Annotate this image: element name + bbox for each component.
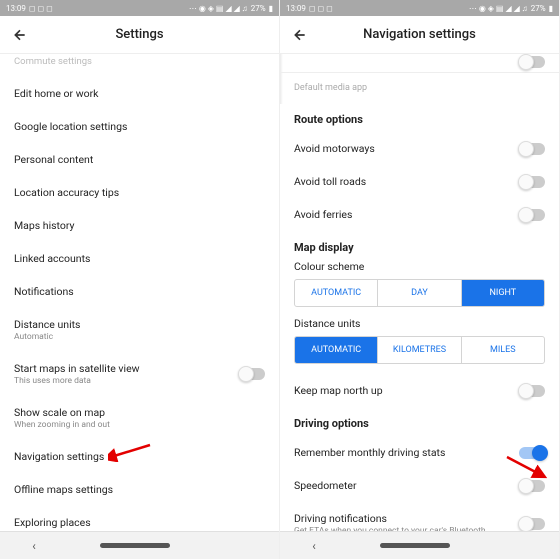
nav-home-pill[interactable]: [100, 543, 170, 548]
status-indicators: ⋯ ◉ ◈ ▤ ◢ ◢ ♫: [189, 4, 248, 13]
settings-item[interactable]: Start maps in satellite viewThis uses mo…: [0, 352, 279, 396]
settings-item[interactable]: Navigation settings: [0, 440, 279, 473]
section-route-options: Route options: [280, 103, 559, 132]
item-sublabel: This uses more data: [14, 376, 239, 386]
item-label: Remember monthly driving stats: [294, 446, 519, 459]
item-label: Commute settings: [14, 56, 265, 67]
header: Navigation settings: [280, 16, 559, 54]
status-bar: 13:09 ◻ ◻ ◻ ⋯ ◉ ◈ ▤ ◢ ◢ ♫ 27% ▮: [280, 0, 559, 16]
settings-item[interactable]: Driving notificationsGet ETAs when you c…: [280, 502, 559, 531]
item-label: Start maps in satellite view: [14, 362, 239, 375]
item-label: Navigation settings: [14, 450, 265, 463]
item-sublabel: When zooming in and out: [14, 420, 265, 430]
distance-units-segment: AUTOMATICKILOMETRESMILES: [294, 336, 545, 364]
segment-option[interactable]: NIGHT: [462, 280, 544, 306]
system-nav: ‹: [0, 531, 279, 559]
back-button[interactable]: [12, 27, 28, 43]
item-label: Distance units: [14, 318, 265, 331]
right-screen: 13:09 ◻ ◻ ◻ ⋯ ◉ ◈ ▤ ◢ ◢ ♫ 27% ▮ Navigati…: [280, 0, 560, 559]
header: Settings: [0, 16, 279, 54]
item-label: Avoid toll roads: [294, 175, 519, 188]
item-label: Keep map north up: [294, 384, 519, 397]
settings-item[interactable]: Avoid ferries: [280, 198, 559, 231]
item-label: Notifications: [14, 285, 265, 298]
settings-item[interactable]: Notifications: [0, 275, 279, 308]
page-title: Navigation settings: [308, 27, 531, 42]
status-app-icons: ◻ ◻ ◻: [309, 4, 333, 13]
item-label: Google location settings: [14, 120, 265, 133]
toggle-switch[interactable]: [519, 143, 545, 155]
settings-item[interactable]: Offline maps settings: [0, 473, 279, 506]
settings-item[interactable]: Speedometer: [280, 469, 559, 502]
settings-item[interactable]: Exploring places: [0, 506, 279, 531]
settings-item[interactable]: Personal content: [0, 143, 279, 176]
segment-option[interactable]: DAY: [378, 280, 461, 306]
item-label: Show scale on map: [14, 406, 265, 419]
segment-option[interactable]: KILOMETRES: [378, 337, 461, 363]
toggle-switch[interactable]: [519, 518, 545, 530]
section-map-display: Map display: [280, 231, 559, 260]
colour-scheme-label: Colour scheme: [280, 260, 559, 279]
status-app-icons: ◻ ◻ ◻: [29, 4, 53, 13]
status-time: 13:09: [286, 4, 306, 13]
default-media-label[interactable]: Default media app: [280, 73, 559, 103]
item-sublabel: Automatic: [14, 332, 265, 342]
settings-item[interactable]: Avoid motorways: [280, 132, 559, 165]
settings-item[interactable]: Location accuracy tips: [0, 176, 279, 209]
status-time: 13:09: [6, 4, 26, 13]
item-label: Avoid ferries: [294, 208, 519, 221]
toggle-switch[interactable]: [519, 385, 545, 397]
status-battery: 27%: [251, 4, 266, 13]
item-label: Avoid motorways: [294, 142, 519, 155]
settings-item[interactable]: Maps history: [0, 209, 279, 242]
settings-item[interactable]: Edit home or work: [0, 77, 279, 110]
item-label: Linked accounts: [14, 252, 265, 265]
left-screen: 13:09 ◻ ◻ ◻ ⋯ ◉ ◈ ▤ ◢ ◢ ♫ 27% ▮ Settings…: [0, 0, 280, 559]
item-sublabel: Get ETAs when you connect to your car's …: [294, 526, 519, 531]
settings-item[interactable]: Remember monthly driving stats: [280, 436, 559, 469]
toggle-switch[interactable]: [519, 447, 545, 459]
item-label: Exploring places: [14, 516, 265, 529]
battery-icon: ▮: [549, 4, 553, 13]
item-label: Location accuracy tips: [14, 186, 265, 199]
section-driving-options: Driving options: [280, 407, 559, 436]
item-label: Personal content: [14, 153, 265, 166]
toggle-switch[interactable]: [519, 176, 545, 188]
settings-item[interactable]: Avoid toll roads: [280, 165, 559, 198]
toggle-switch[interactable]: [239, 368, 265, 380]
nav-settings-content[interactable]: Default media appRoute options Avoid moto…: [280, 54, 559, 531]
item-label: Edit home or work: [14, 87, 265, 100]
toggle-switch[interactable]: [519, 56, 545, 68]
status-indicators: ⋯ ◉ ◈ ▤ ◢ ◢ ♫: [469, 4, 528, 13]
toggle-switch[interactable]: [519, 480, 545, 492]
colour-scheme-segment: AUTOMATICDAYNIGHT: [294, 279, 545, 307]
battery-icon: ▮: [269, 4, 273, 13]
nav-back-icon[interactable]: ‹: [32, 539, 36, 553]
item-label: Speedometer: [294, 479, 519, 492]
segment-option[interactable]: AUTOMATIC: [295, 337, 378, 363]
item-label: Offline maps settings: [14, 483, 265, 496]
settings-item[interactable]: Linked accounts: [0, 242, 279, 275]
toggle-switch[interactable]: [519, 209, 545, 221]
nav-home-pill[interactable]: [380, 543, 450, 548]
segment-option[interactable]: MILES: [462, 337, 544, 363]
system-nav: ‹: [280, 531, 559, 559]
settings-list[interactable]: Commute settings Edit home or work Google …: [0, 54, 279, 531]
status-bar: 13:09 ◻ ◻ ◻ ⋯ ◉ ◈ ▤ ◢ ◢ ♫ 27% ▮: [0, 0, 279, 16]
segment-option[interactable]: AUTOMATIC: [295, 280, 378, 306]
page-title: Settings: [28, 27, 251, 42]
settings-item[interactable]: Distance unitsAutomatic: [0, 308, 279, 352]
settings-item[interactable]: Keep map north up: [280, 374, 559, 407]
item-label: Driving notifications: [294, 512, 519, 525]
distance-units-label: Distance units: [280, 317, 559, 336]
nav-back-icon[interactable]: ‹: [312, 539, 316, 553]
settings-item[interactable]: Google location settings: [0, 110, 279, 143]
settings-item[interactable]: Commute settings: [0, 54, 279, 77]
back-button[interactable]: [292, 27, 308, 43]
status-battery: 27%: [531, 4, 546, 13]
settings-item[interactable]: Show scale on mapWhen zooming in and out: [0, 396, 279, 440]
item-label: Maps history: [14, 219, 265, 232]
cut-item: [280, 54, 559, 73]
